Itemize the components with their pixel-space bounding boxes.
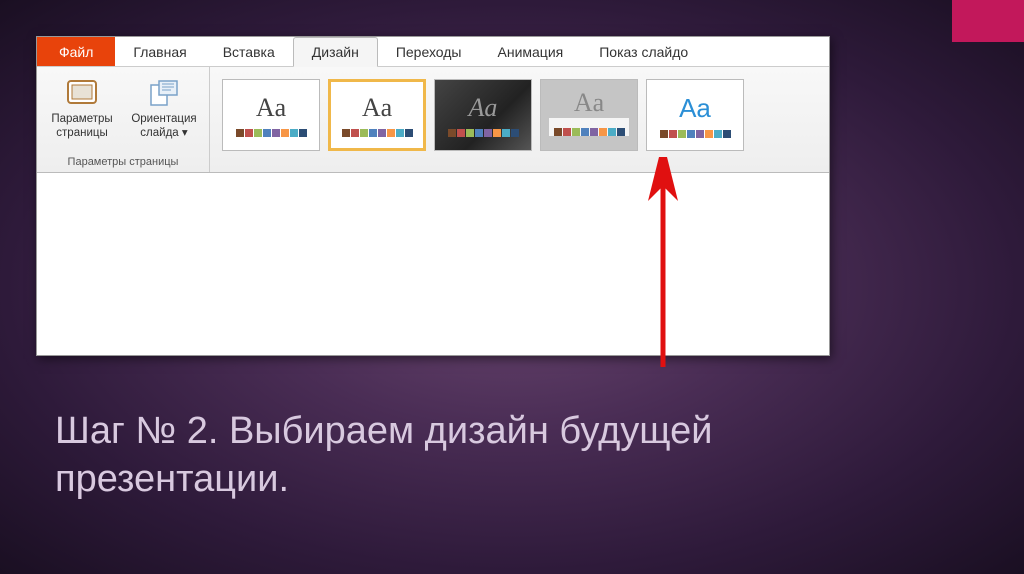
slide-orientation-label: Ориентация слайда ▾ — [131, 113, 196, 141]
arrow-annotation-icon — [633, 157, 693, 377]
group-page-setup-label: Параметры страницы — [68, 154, 179, 170]
page-setup-button[interactable]: Параметры страницы — [43, 71, 121, 143]
tab-animation[interactable]: Анимация — [480, 37, 582, 66]
group-page-setup: Параметры страницы Ориент — [37, 67, 210, 172]
ribbon-body: Параметры страницы Ориент — [37, 67, 829, 173]
dropdown-caret-icon: ▾ — [182, 127, 188, 139]
tab-slideshow[interactable]: Показ слайдо — [581, 37, 706, 66]
theme-swatches — [342, 129, 413, 137]
tab-file[interactable]: Файл — [37, 37, 115, 66]
presentation-slide: Файл Главная Вставка Дизайн Переходы Ани… — [0, 0, 1024, 574]
theme-sample-text: Aa — [574, 88, 604, 118]
theme-swatches — [554, 128, 625, 136]
slide-caption: Шаг № 2. Выбираем дизайн будущей презент… — [55, 408, 944, 503]
theme-swatches — [448, 129, 519, 137]
page-setup-label: Параметры страницы — [51, 113, 112, 141]
theme-thumb-2-selected[interactable]: Aa — [328, 79, 426, 151]
theme-sample-text: Aa — [362, 93, 392, 123]
page-setup-icon — [65, 76, 99, 110]
theme-thumb-4[interactable]: Aa — [540, 79, 638, 151]
accent-bar — [952, 0, 1024, 42]
theme-thumb-5[interactable]: Aa — [646, 79, 744, 151]
powerpoint-screenshot: Файл Главная Вставка Дизайн Переходы Ани… — [36, 36, 830, 356]
theme-thumb-3[interactable]: Aa — [434, 79, 532, 151]
theme-thumb-1[interactable]: Aa — [222, 79, 320, 151]
slide-orientation-icon — [147, 76, 181, 110]
tab-insert[interactable]: Вставка — [205, 37, 293, 66]
theme-strip — [549, 118, 629, 136]
tab-design[interactable]: Дизайн — [293, 37, 378, 67]
theme-sample-text: Aa — [256, 93, 286, 123]
tab-home[interactable]: Главная — [115, 37, 204, 66]
theme-sample-text: Aa — [679, 93, 711, 124]
theme-sample-text: Aa — [469, 93, 498, 123]
tab-transitions[interactable]: Переходы — [378, 37, 480, 66]
group-themes: Aa Aa Aa Aa — [210, 67, 756, 172]
slide-orientation-button[interactable]: Ориентация слайда ▾ — [125, 71, 203, 143]
ribbon-tabs: Файл Главная Вставка Дизайн Переходы Ани… — [37, 37, 829, 67]
theme-swatches — [236, 129, 307, 137]
theme-swatches — [660, 130, 731, 138]
